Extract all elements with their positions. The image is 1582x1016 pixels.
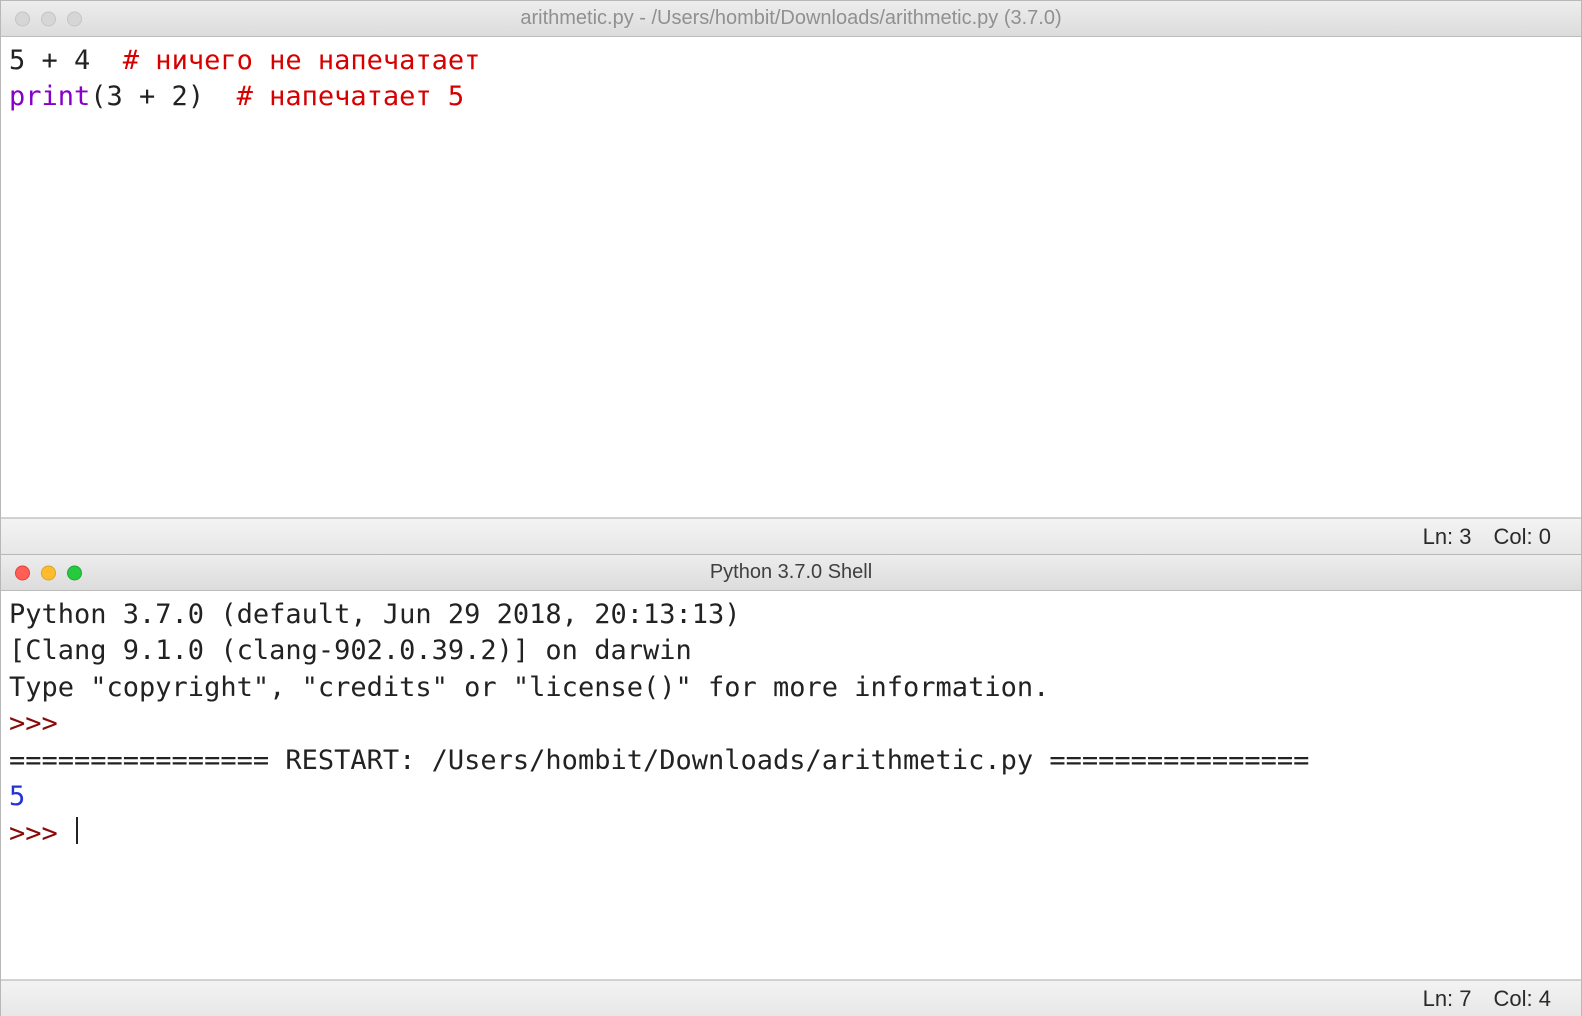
- code-call-args: (3 + 2): [90, 81, 236, 112]
- shell-statusbar: Ln: 7 Col: 4: [1, 980, 1581, 1016]
- shell-prompt: >>>: [9, 708, 74, 739]
- code-comment: # напечатает 5: [237, 81, 465, 112]
- text-cursor-icon: [76, 817, 78, 844]
- shell-prompt: >>>: [9, 818, 74, 849]
- close-icon[interactable]: [15, 11, 30, 26]
- shell-output-area[interactable]: Python 3.7.0 (default, Jun 29 2018, 20:1…: [1, 591, 1581, 980]
- shell-line-indicator: Ln: 7: [1423, 986, 1472, 1012]
- editor-line-indicator: Ln: 3: [1423, 524, 1472, 550]
- shell-window-title: Python 3.7.0 Shell: [1, 561, 1581, 584]
- zoom-icon[interactable]: [67, 11, 82, 26]
- code-editor-area[interactable]: 5 + 4 # ничего не напечатает print(3 + 2…: [1, 37, 1581, 518]
- editor-traffic-lights: [15, 11, 82, 26]
- editor-titlebar[interactable]: arithmetic.py - /Users/hombit/Downloads/…: [1, 1, 1581, 37]
- minimize-icon[interactable]: [41, 11, 56, 26]
- shell-window: Python 3.7.0 Shell Python 3.7.0 (default…: [0, 554, 1582, 1016]
- editor-window: arithmetic.py - /Users/hombit/Downloads/…: [0, 0, 1582, 554]
- shell-banner: Type "copyright", "credits" or "license(…: [9, 672, 1049, 703]
- zoom-icon[interactable]: [67, 565, 82, 580]
- shell-restart-divider: ================ RESTART: /Users/hombit/…: [9, 745, 1309, 776]
- shell-traffic-lights: [15, 565, 82, 580]
- shell-stdout: 5: [9, 781, 25, 812]
- code-expression: 5 + 4: [9, 45, 123, 76]
- shell-titlebar[interactable]: Python 3.7.0 Shell: [1, 555, 1581, 591]
- editor-col-indicator: Col: 0: [1494, 524, 1551, 550]
- code-builtin: print: [9, 81, 90, 112]
- minimize-icon[interactable]: [41, 565, 56, 580]
- close-icon[interactable]: [15, 565, 30, 580]
- editor-window-title: arithmetic.py - /Users/hombit/Downloads/…: [1, 7, 1581, 30]
- shell-banner: Python 3.7.0 (default, Jun 29 2018, 20:1…: [9, 599, 757, 630]
- shell-banner: [Clang 9.1.0 (clang-902.0.39.2)] on darw…: [9, 635, 692, 666]
- code-comment: # ничего не напечатает: [123, 45, 481, 76]
- shell-col-indicator: Col: 4: [1494, 986, 1551, 1012]
- editor-statusbar: Ln: 3 Col: 0: [1, 518, 1581, 554]
